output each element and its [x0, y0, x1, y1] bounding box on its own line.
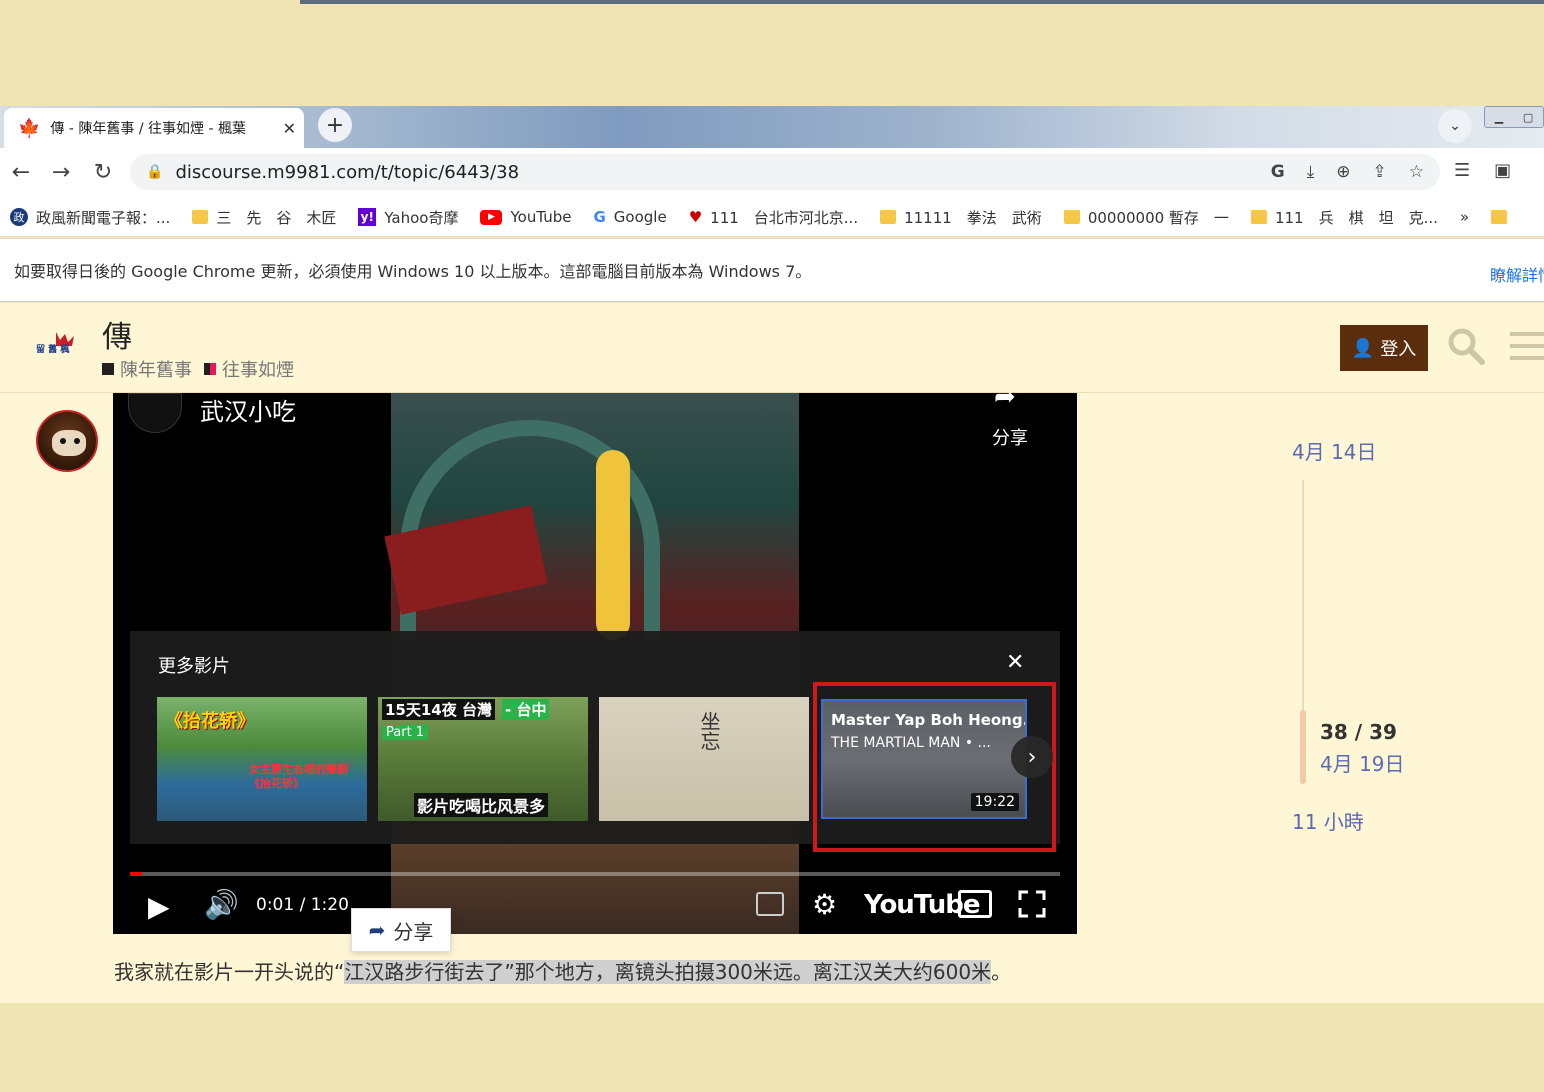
install-icon[interactable]: ⤓ [1307, 162, 1315, 182]
video-thumbnail[interactable]: 坐忘 [599, 697, 809, 821]
fullscreen-icon[interactable] [1018, 890, 1046, 918]
zoom-icon[interactable]: ⊕ [1336, 162, 1350, 182]
update-message: 如要取得日後的 Google Chrome 更新，必須使用 Windows 10… [14, 262, 812, 281]
video-thumbnail[interactable]: 15天14夜 台灣 - 台中 Part 1 影片吃喝比风景多 [378, 697, 588, 821]
zheng-icon: 政 [10, 208, 28, 226]
user-avatar[interactable] [36, 410, 98, 472]
progress-bar[interactable] [130, 872, 1060, 876]
time-display: 0:01 / 1:20 [256, 895, 349, 915]
update-infobar: 如要取得日後的 Google Chrome 更新，必須使用 Windows 10… [0, 238, 1544, 302]
category-link[interactable]: 陳年舊事 [102, 356, 192, 382]
url-text[interactable]: discourse.m9981.com/t/topic/6443/38 [175, 162, 1248, 183]
category-badge [204, 363, 216, 375]
bookmark-folder[interactable]: 111 兵 棋 坦 克... [1250, 207, 1438, 228]
share-arrow-icon: ➦ [368, 918, 386, 942]
maximize-icon[interactable]: ▢ [1523, 111, 1533, 124]
youtube-icon: ▶ [480, 209, 503, 225]
close-tab-icon[interactable]: ✕ [283, 119, 296, 138]
side-panel-icon[interactable]: ▣ [1494, 160, 1511, 181]
folder-icon [880, 210, 897, 224]
selected-text: 江汉路步行街去了”那个地方，离镜头拍摄300米远。离江汉关大约600米 [344, 960, 992, 984]
reading-list-icon[interactable]: ☰ [1454, 160, 1470, 181]
share-button[interactable]: 分享 [992, 424, 1028, 450]
folder-icon[interactable] [1491, 210, 1508, 224]
google-icon: G [593, 208, 606, 226]
bookmark-folder[interactable]: 00000000 暫存 一 [1063, 207, 1229, 228]
search-icon[interactable] [1446, 326, 1486, 366]
ptt-icon: ♥ [688, 208, 703, 226]
google-lens-icon[interactable]: G [1271, 162, 1285, 182]
topic-title[interactable]: 傳 [102, 312, 132, 356]
timeline-end-date[interactable]: 11 小時 [1292, 806, 1364, 835]
folder-icon [1063, 210, 1080, 224]
bookmark-folder[interactable]: 11111 拳法 武術 [880, 207, 1042, 228]
folder-icon [1250, 210, 1267, 224]
forward-icon[interactable]: → [48, 160, 74, 185]
minimize-icon[interactable]: ▁ [1495, 111, 1503, 124]
bookmarks-bar: 政政風新聞電子報：... 三 先 谷 木匠 y! Yahoo奇摩 ▶ YouTube… [0, 198, 1544, 236]
hamburger-menu-icon[interactable] [1508, 328, 1544, 364]
reload-icon[interactable]: ↻ [90, 160, 116, 185]
lock-icon[interactable]: 🔒 [146, 164, 163, 180]
share-arrow-icon[interactable]: ➦ [994, 382, 1016, 412]
volume-icon[interactable]: 🔊 [204, 888, 239, 921]
next-arrow-icon[interactable]: › [1011, 736, 1053, 778]
bookmark-item[interactable]: ♥ 111 台北市河北京... [689, 207, 858, 228]
progress-fill [130, 872, 142, 876]
category-breadcrumb: 陳年舊事 往事如煙 [102, 356, 294, 382]
timeline-current-date: 4月 19日 [1320, 752, 1405, 776]
bookmark-folder[interactable]: 三 先 谷 木匠 [192, 207, 336, 228]
yahoo-icon: y! [358, 208, 377, 226]
maple-leaf-icon: 🍁 [18, 117, 41, 139]
play-icon[interactable]: ▶ [148, 890, 170, 923]
address-bar[interactable]: 🔒 discourse.m9981.com/t/topic/6443/38 G … [130, 154, 1440, 190]
new-tab-button[interactable]: + [318, 108, 352, 142]
bookmark-item[interactable]: y! Yahoo奇摩 [358, 207, 458, 228]
cast-icon[interactable] [958, 890, 992, 918]
timeline-handle[interactable] [1300, 710, 1306, 784]
subtitles-icon[interactable] [756, 892, 784, 916]
subcategory-link[interactable]: 往事如煙 [204, 356, 294, 382]
bookmark-item[interactable]: G Google [593, 208, 666, 226]
close-icon[interactable]: ✕ [1006, 650, 1024, 675]
tab-search-button[interactable]: ⌄ [1438, 109, 1472, 143]
user-icon: 👤 [1351, 337, 1375, 359]
bookmark-star-icon[interactable]: ☆ [1409, 162, 1424, 182]
site-logo[interactable]: 留 舊 楓 [34, 330, 92, 358]
window-controls[interactable]: ▁ ▢ [1484, 106, 1544, 128]
category-badge [102, 363, 114, 375]
more-videos-title: 更多影片 [158, 656, 230, 677]
bookmarks-overflow-button[interactable]: » [1460, 208, 1469, 226]
timeline-start-date[interactable]: 4月 14日 [1292, 436, 1377, 465]
folder-icon [192, 210, 209, 224]
bookmark-item[interactable]: ▶ YouTube [480, 208, 571, 226]
browser-tab[interactable]: 🍁 傳 - 陳年舊事 / 往事如煙 - 楓葉 ✕ [4, 108, 304, 148]
video-thumbnail[interactable]: 《抬花轿》 女主原生态唱的豫剧《抬花轿》 [157, 697, 367, 821]
svg-text:留 舊 楓: 留 舊 楓 [36, 343, 70, 355]
share-page-icon[interactable]: ⇪ [1373, 162, 1387, 182]
bookmark-item[interactable]: 政政風新聞電子報：... [10, 207, 170, 228]
timeline-position: 38 / 39 [1320, 720, 1397, 744]
share-selection-popup[interactable]: ➦ 分享 [351, 908, 451, 952]
video-title[interactable]: 武汉小吃 [200, 392, 296, 427]
window-edge [300, 0, 1544, 4]
back-icon[interactable]: ← [8, 160, 34, 185]
learn-more-link[interactable]: 瞭解詳情 [1490, 262, 1544, 286]
post-body: 我家就在影片一开头说的“江汉路步行街去了”那个地方，离镜头拍摄300米远。离江汉… [114, 960, 1012, 984]
settings-gear-icon[interactable]: ⚙ [812, 888, 837, 921]
desktop-background [0, 0, 1544, 106]
tab-title: 傳 - 陳年舊事 / 往事如煙 - 楓葉 [50, 121, 246, 137]
login-button[interactable]: 👤 登入 [1340, 325, 1428, 371]
